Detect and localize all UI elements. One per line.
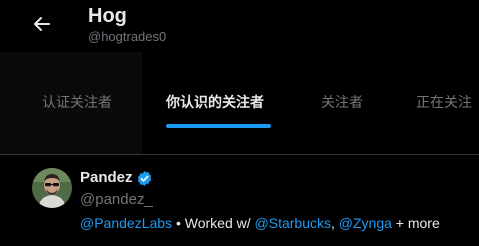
user-handle: @pandez_ — [80, 191, 153, 208]
tab-label: 你认识的关注者 — [166, 94, 264, 110]
user-display-name[interactable]: Pandez — [80, 169, 133, 187]
bio-mention-starbucks[interactable]: @Starbucks — [255, 215, 331, 231]
bio-text: Worked w/ — [184, 215, 255, 231]
verified-badge-icon — [136, 170, 153, 187]
user-cell[interactable]: Pandez @pandez_ @PandezLabs • Worked w/ … — [0, 155, 479, 246]
tab-followers-you-know[interactable]: 你认识的关注者 — [142, 52, 296, 154]
tab-verified-followers[interactable]: 认证关注者 — [0, 52, 142, 154]
tab-following[interactable]: 正在关注 — [392, 52, 479, 154]
tab-label: 关注者 — [321, 94, 363, 110]
active-tab-indicator — [166, 124, 271, 128]
followers-tabs: 认证关注者 你认识的关注者 关注者 正在关注 — [0, 52, 479, 155]
profile-header: Hog @hogtrades0 — [0, 0, 479, 52]
profile-handle: @hogtrades0 — [88, 29, 167, 44]
tab-label: 正在关注 — [416, 94, 472, 110]
avatar[interactable] — [32, 168, 72, 208]
bio-mention-pandezlabs[interactable]: @PandezLabs — [80, 215, 172, 231]
bio-separator: • — [172, 215, 185, 231]
profile-name: Hog — [88, 5, 127, 27]
tab-followers[interactable]: 关注者 — [296, 52, 392, 154]
back-arrow-icon[interactable] — [30, 12, 54, 36]
tab-label: 认证关注者 — [42, 94, 112, 110]
bio-comma: , — [330, 215, 339, 231]
bio-text-more: + more — [391, 215, 440, 231]
user-bio: @PandezLabs • Worked w/ @Starbucks, @Zyn… — [80, 214, 440, 232]
bio-mention-zynga[interactable]: @Zynga — [339, 215, 392, 231]
